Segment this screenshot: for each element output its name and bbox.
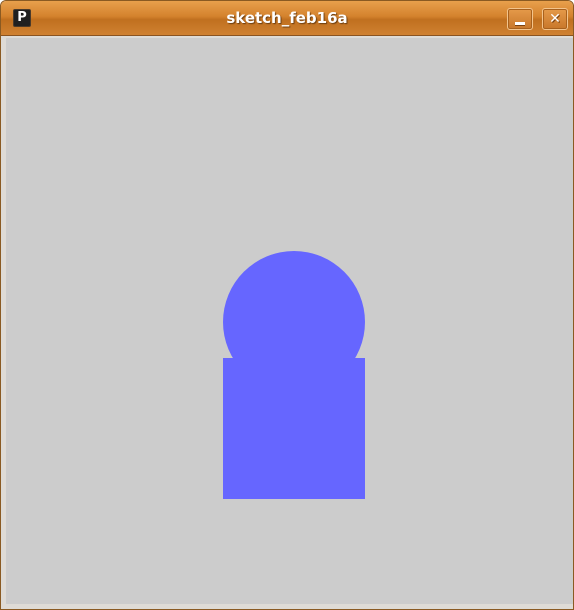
sketch-rectangle	[223, 358, 365, 499]
sketch-drawing	[223, 251, 365, 499]
processing-app-icon[interactable]: P	[13, 9, 31, 27]
minimize-button[interactable]	[507, 8, 533, 30]
window-title: sketch_feb16a	[226, 9, 348, 27]
title-bar[interactable]: P sketch_feb16a ✕	[1, 1, 573, 36]
close-icon: ✕	[549, 11, 561, 27]
close-button[interactable]: ✕	[542, 8, 568, 30]
sketch-window: P sketch_feb16a ✕	[0, 0, 574, 610]
app-icon-glyph: P	[17, 10, 27, 25]
minimize-icon	[515, 22, 525, 25]
sketch-canvas[interactable]	[6, 38, 573, 604]
